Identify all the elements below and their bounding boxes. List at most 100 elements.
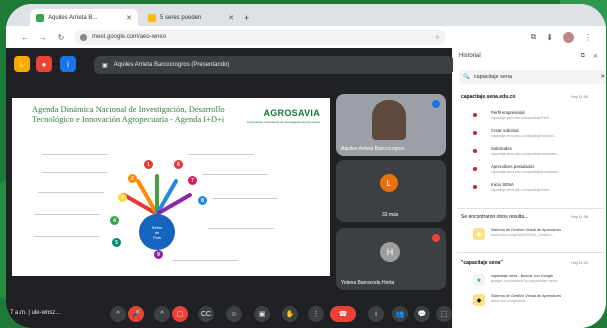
diagram-hub: Retos de País bbox=[139, 214, 175, 250]
raise-hand-button[interactable]: ✋ bbox=[282, 306, 298, 322]
sena-favicon-icon bbox=[473, 167, 477, 171]
forward-icon[interactable]: → bbox=[38, 33, 48, 42]
close-icon[interactable]: ✕ bbox=[228, 14, 234, 22]
close-icon[interactable]: ✕ bbox=[126, 14, 132, 22]
captions-button[interactable]: CC bbox=[198, 306, 214, 322]
new-tab-icon[interactable]: + bbox=[244, 13, 249, 23]
participant-tile[interactable]: H Yolena Barracoda Horta bbox=[336, 228, 446, 290]
star-icon[interactable]: ☆ bbox=[435, 34, 440, 41]
history-item[interactable]: Crear solicitud capacitaje.sena.edu.co/ca… bbox=[469, 128, 597, 142]
clear-icon[interactable]: ✕ bbox=[600, 74, 605, 80]
page-favicon-icon bbox=[148, 13, 156, 22]
result-time: Hoy 11:40 bbox=[571, 95, 589, 99]
diagram-text bbox=[42, 162, 108, 173]
emoji-button[interactable]: ☺ bbox=[226, 306, 242, 322]
logo-subtitle: Corporación colombiana de investigación … bbox=[246, 120, 320, 124]
chevron-up-icon[interactable]: ^ bbox=[154, 306, 170, 322]
more-options-button[interactable]: ⋮ bbox=[308, 306, 324, 322]
history-item[interactable]: Sistema de Gestión Virtual de Aprendices… bbox=[491, 294, 599, 304]
diagram-number: 2 bbox=[128, 174, 137, 183]
open-new-icon[interactable]: ⧉ bbox=[581, 53, 585, 60]
people-icon[interactable]: 👥 bbox=[392, 306, 408, 322]
meet-favicon-icon bbox=[36, 13, 44, 22]
presenting-label: Aquiles Arrieta Barcocrogros (Presentand… bbox=[113, 62, 230, 68]
participant-tile[interactable]: L 33 más bbox=[336, 160, 446, 222]
diagram-number: 6 bbox=[174, 160, 183, 169]
sena-favicon-icon bbox=[473, 113, 477, 117]
tab-meet[interactable]: Aquiles Arrieta B... ✕ bbox=[30, 9, 138, 26]
diagram-text bbox=[34, 226, 100, 237]
chat-icon[interactable]: 💬 bbox=[414, 306, 430, 322]
tab-page[interactable]: 5 seres pueden ✕ bbox=[142, 9, 240, 26]
chevron-up-icon[interactable]: ^ bbox=[110, 306, 126, 322]
slide-title: Agenda Dinámica Nacional de Investigació… bbox=[32, 104, 225, 124]
browser-toolbar: ← → ↻ meet.google.com/aeo-wneo ☆ ⧉ ⬇ ⋮ bbox=[6, 26, 606, 48]
back-icon[interactable]: ← bbox=[20, 33, 30, 42]
activities-icon[interactable]: ⬚ bbox=[436, 306, 452, 322]
url-text: meet.google.com/aeo-wneo bbox=[92, 34, 167, 40]
sena-favicon-icon bbox=[473, 149, 477, 153]
diagram-text bbox=[212, 188, 278, 199]
info-icon[interactable]: i bbox=[368, 306, 384, 322]
diagram-text bbox=[188, 144, 254, 155]
camera-off-button[interactable]: ▢ bbox=[172, 306, 188, 322]
diagram-number: 7 bbox=[188, 176, 197, 185]
site-info-icon[interactable] bbox=[80, 33, 87, 41]
history-item[interactable]: Perfil empresarial capacitaje.sena.edu.co… bbox=[469, 110, 597, 124]
meet-stage: ✋ ● i ▣ Aquiles Arrieta Barcocrogros (Pr… bbox=[6, 48, 454, 328]
info-icon[interactable]: i bbox=[60, 56, 76, 72]
agrosavia-logo: AGROSAVIA bbox=[263, 108, 320, 118]
participant-avatar: H bbox=[380, 242, 400, 262]
diagram-text bbox=[208, 218, 274, 229]
diagram-text bbox=[202, 164, 268, 175]
history-panel: Historial ⧉ ✕ 🔍 capacitaje sena ✕ capaci… bbox=[453, 48, 606, 328]
participant-name: 33 más bbox=[382, 212, 399, 218]
address-bar[interactable]: meet.google.com/aeo-wneo ☆ bbox=[74, 29, 446, 45]
divider bbox=[457, 208, 603, 209]
sena-app-icon: ◆ bbox=[473, 228, 485, 240]
history-item[interactable]: Inicio SENA capacitaje.sena.edu.co/capaci… bbox=[469, 182, 597, 196]
diagram-text bbox=[42, 144, 108, 155]
history-title: Historial bbox=[459, 53, 481, 59]
result-group-header: Se encontraron otros resulta... bbox=[461, 214, 529, 220]
extensions-icon[interactable]: ⧉ bbox=[531, 32, 537, 42]
participant-avatar: L bbox=[380, 174, 398, 192]
reload-icon[interactable]: ↻ bbox=[56, 33, 66, 42]
shared-slide: Agenda Dinámica Nacional de Investigació… bbox=[12, 98, 330, 276]
mic-off-button[interactable]: 🎤 bbox=[128, 306, 144, 322]
diagram-text bbox=[34, 204, 100, 215]
history-item[interactable]: Sistema de Gestión Virtual de Aprendices… bbox=[491, 228, 599, 238]
record-icon[interactable]: ● bbox=[36, 56, 52, 72]
diagram-number: 9 bbox=[154, 250, 163, 259]
diagram-text bbox=[38, 182, 104, 193]
mic-icon bbox=[432, 100, 440, 108]
tab-bar: Aquiles Arrieta B... ✕ 5 seres pueden ✕ … bbox=[6, 4, 606, 26]
profile-avatar[interactable] bbox=[563, 31, 574, 43]
tab-label: Aquiles Arrieta B... bbox=[48, 14, 98, 21]
present-icon: ▣ bbox=[102, 62, 108, 69]
divider bbox=[457, 252, 603, 253]
participant-name: Aquiles Arrieta Barcocrogros bbox=[341, 146, 405, 152]
star-icon: ★ bbox=[473, 274, 485, 286]
sena-app-icon: ◆ bbox=[473, 294, 485, 306]
history-item[interactable]: Aprendices postulados capacitaje.sena.edu… bbox=[469, 164, 597, 178]
history-item[interactable]: Solicitudes capacitaje.sena.edu.co/capaci… bbox=[469, 146, 597, 160]
result-time: Hoy 11:33 bbox=[571, 261, 589, 265]
history-search-input[interactable]: 🔍 capacitaje sena ✕ bbox=[459, 70, 606, 84]
diagram-number: 3 bbox=[118, 193, 127, 202]
end-call-button[interactable]: ☎ bbox=[330, 306, 356, 322]
meeting-clock: 7 a.m. | ule-wnsz... bbox=[10, 310, 61, 316]
diagram-number: 5 bbox=[112, 238, 121, 247]
hand-icon[interactable]: ✋ bbox=[14, 56, 30, 72]
participant-video bbox=[372, 100, 406, 140]
close-icon[interactable]: ✕ bbox=[593, 53, 598, 60]
participant-tile[interactable]: Aquiles Arrieta Barcocrogros bbox=[336, 94, 446, 156]
participant-name: Yolena Barracoda Horta bbox=[341, 280, 395, 286]
history-item[interactable]: capacitaje sena - Buscar con Google googl… bbox=[491, 274, 599, 284]
diagram-text bbox=[172, 250, 238, 261]
diagram-number: 4 bbox=[110, 216, 119, 225]
muted-icon bbox=[432, 234, 440, 242]
menu-icon[interactable]: ⋮ bbox=[584, 33, 592, 42]
present-button[interactable]: ▣ bbox=[254, 306, 270, 322]
download-icon[interactable]: ⬇ bbox=[546, 33, 553, 42]
